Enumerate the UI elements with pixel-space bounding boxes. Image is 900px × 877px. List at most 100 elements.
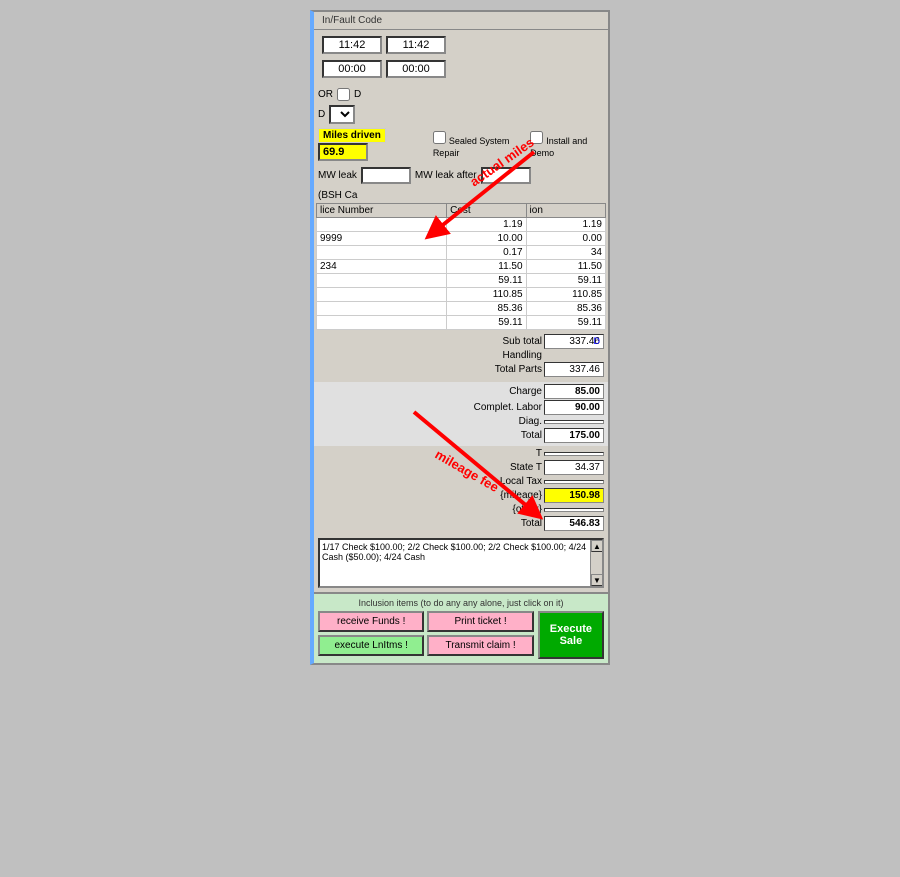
cell-num (317, 218, 447, 232)
diag-label: Diag. (442, 416, 542, 427)
labor-section: Charge 85.00 Complet. Labor 90.00 Diag. … (314, 382, 608, 446)
bsh-label: (BSH Ca (318, 190, 357, 201)
labor-total-value: 175.00 (544, 428, 604, 443)
cell-val: 1.19 (526, 218, 605, 232)
mw-leak-input[interactable] (361, 167, 411, 184)
other-value (544, 508, 604, 512)
button-grid: receive Funds ! Print ticket ! execute L… (318, 611, 534, 656)
or-row: OR D (314, 86, 608, 103)
transmit-claim-button[interactable]: Transmit claim ! (427, 635, 533, 656)
bottom-row: receive Funds ! Print ticket ! execute L… (318, 611, 604, 659)
miles-section: Miles driven Sealed System Repair Instal… (314, 126, 608, 165)
cell-val: 85.36 (526, 302, 605, 316)
grand-total-value: 546.83 (544, 516, 604, 531)
cell-val: 110.85 (526, 288, 605, 302)
cell-cost: 85.36 (447, 302, 526, 316)
bsh-row: (BSH Ca (314, 188, 608, 203)
cell-val: 11.50 (526, 260, 605, 274)
time-input-4[interactable] (386, 60, 446, 78)
table-row: 1.19 1.19 (317, 218, 606, 232)
cell-num (317, 246, 447, 260)
cell-num (317, 302, 447, 316)
id-row: D (314, 103, 608, 126)
col-header-num: lice Number (317, 204, 447, 218)
payment-section: 1/17 Check $100.00; 2/2 Check $100.00; 2… (314, 536, 608, 590)
cell-val: 59.11 (526, 274, 605, 288)
charge-label: Charge (442, 386, 542, 397)
cell-cost: 59.11 (447, 274, 526, 288)
col-header-cost: Cost (447, 204, 526, 218)
charge-row: Charge 85.00 (318, 384, 604, 399)
table-row: 59.11 59.11 (317, 316, 606, 330)
complete-labor-label: Complet. Labor (442, 402, 542, 413)
local-tax-value-empty (544, 480, 604, 484)
time-row-1 (318, 34, 604, 56)
t-value (544, 452, 604, 456)
time-section (314, 30, 608, 86)
bottom-buttons: receive Funds ! Print ticket ! execute L… (318, 611, 534, 659)
print-ticket-button[interactable]: Print ticket ! (427, 611, 533, 632)
cell-cost: 11.50 (447, 260, 526, 274)
install-checkbox[interactable] (530, 131, 543, 144)
d-label-2: D (318, 109, 325, 120)
time-row-2 (318, 58, 604, 80)
table-row: 234 11.50 11.50 (317, 260, 606, 274)
table-row: 85.36 85.36 (317, 302, 606, 316)
mileage-label: {mileage} (462, 490, 542, 501)
cell-cost: 10.00 (447, 232, 526, 246)
mileage-value: 150.98 (544, 488, 604, 503)
receive-funds-button[interactable]: receive Funds ! (318, 611, 424, 632)
payment-text: 1/17 Check $100.00; 2/2 Check $100.00; 2… (318, 538, 604, 588)
inclusion-label: Inclusion items (to do any any alone, ju… (318, 598, 604, 608)
cell-cost: 1.19 (447, 218, 526, 232)
execute-linitems-button[interactable]: execute LnItms ! (318, 635, 424, 656)
miles-label: Miles driven (318, 128, 386, 143)
charge-value: 85.00 (544, 384, 604, 399)
cell-num (317, 316, 447, 330)
other-row: {other} (318, 504, 604, 515)
table-row: 9999 10.00 0.00 (317, 232, 606, 246)
sub-total-label: Sub total (462, 336, 542, 347)
or-checkbox[interactable] (337, 88, 350, 101)
handling-value (544, 355, 604, 357)
labor-total-label: Total (442, 430, 542, 441)
other-label: {other} (462, 504, 542, 515)
sealed-checkbox[interactable] (433, 131, 446, 144)
mw-row: MW leak MW leak after (314, 165, 608, 186)
execute-sale-button[interactable]: Execute Sale (538, 611, 604, 659)
cell-num (317, 274, 447, 288)
mw-leak-after-input[interactable] (481, 167, 531, 184)
handling-row: Handling (318, 350, 604, 361)
parts-table: lice Number Cost ion 1.19 1.19 9999 10.0… (316, 203, 606, 330)
cell-val: 0.00 (526, 232, 605, 246)
sub-total-value: 337.46 D (544, 334, 604, 349)
grand-total-label: Total (462, 518, 542, 529)
complete-labor-value: 90.00 (544, 400, 604, 415)
miles-input[interactable] (318, 143, 368, 161)
or-label: OR (318, 89, 333, 100)
cell-num: 234 (317, 260, 447, 274)
mw-leak-label: MW leak (318, 170, 357, 181)
cell-val: 59.11 (526, 316, 605, 330)
total-parts-value: 337.46 (544, 362, 604, 377)
t-row: T (318, 448, 604, 459)
main-panel: In/Fault Code OR D D (310, 10, 610, 665)
d-label-1: D (354, 89, 361, 100)
payment-scrollbar[interactable]: ▲ ▼ (590, 540, 602, 586)
state-tax-value: 34.37 (544, 460, 604, 475)
time-input-2[interactable] (386, 36, 446, 54)
subtotals-section: Sub total 337.46 D Handling Total Parts … (314, 332, 608, 380)
time-input-1[interactable] (322, 36, 382, 54)
t-label: T (462, 448, 542, 459)
grand-total-row: Total 546.83 (318, 516, 604, 531)
total-parts-label: Total Parts (462, 364, 542, 375)
scroll-down-button[interactable]: ▼ (591, 574, 603, 586)
cell-val: 34 (526, 246, 605, 260)
fault-code-label: In/Fault Code (318, 14, 604, 27)
scroll-up-button[interactable]: ▲ (591, 540, 603, 552)
mileage-row: {mileage} 150.98 (318, 488, 604, 503)
time-input-3[interactable] (322, 60, 382, 78)
cell-cost: 59.11 (447, 316, 526, 330)
total-parts-row: Total Parts 337.46 (318, 362, 604, 377)
id-select[interactable] (329, 105, 355, 124)
